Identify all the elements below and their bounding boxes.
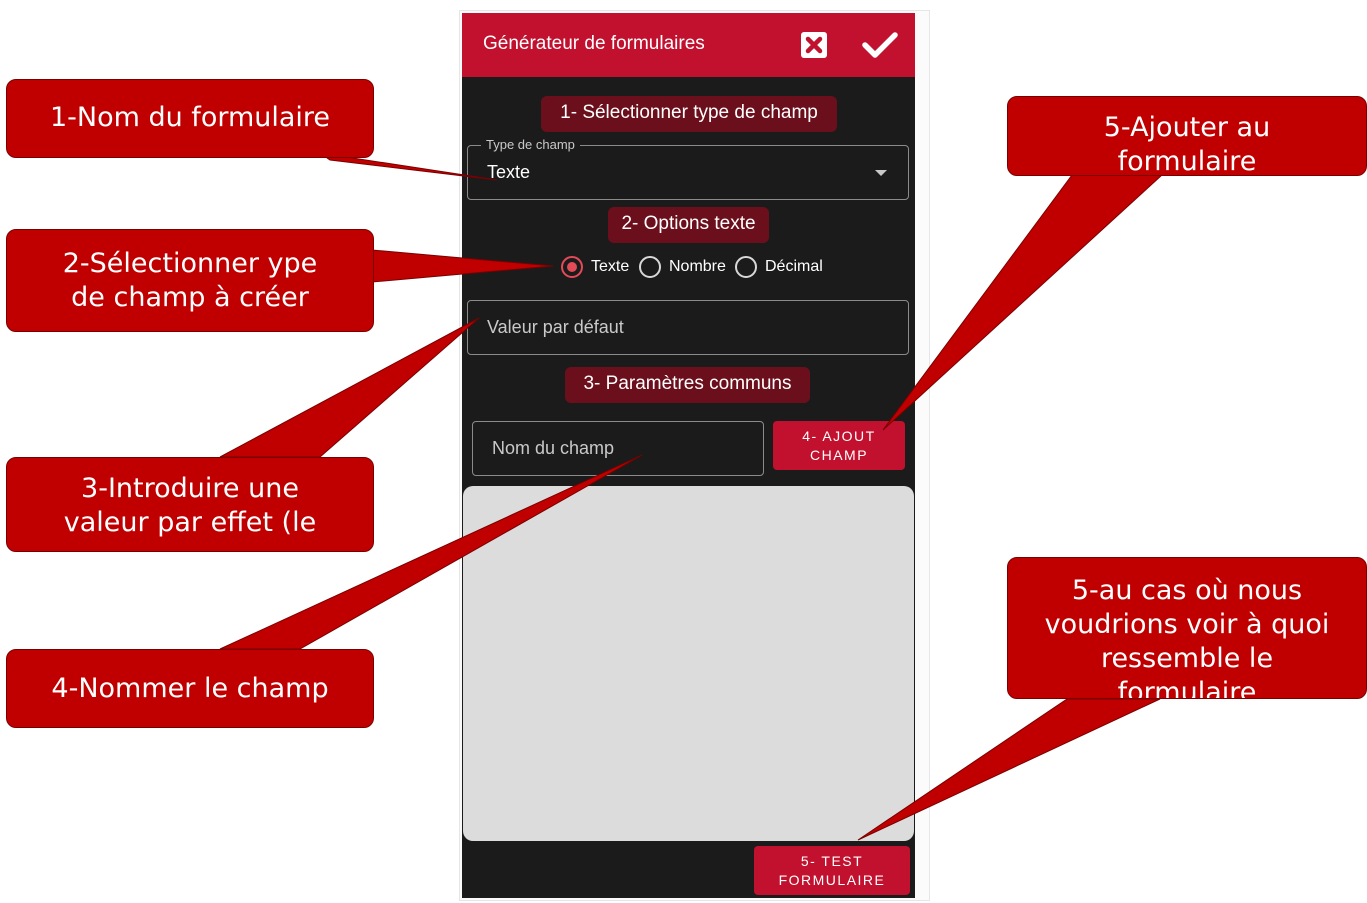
annotation-add-to-form: 5-Ajouter au formulaire: [1007, 96, 1367, 176]
annotation-text: voudrions voir à quoi: [1044, 609, 1330, 640]
annotation-text: 2-Sélectionner ype: [62, 248, 318, 279]
annotation-select-type: 2-Sélectionner ype de champ à créer: [6, 229, 374, 332]
annotation-text: 4-Nommer le champ: [51, 673, 329, 704]
annotation-text: 1-Nom du formulaire: [49, 102, 331, 133]
annotation-text: valeur par effet (le: [63, 507, 317, 538]
pointer-note2: [371, 249, 554, 283]
annotation-text: formulaire: [1117, 677, 1257, 699]
annotation-form-name: 1-Nom du formulaire: [6, 79, 374, 158]
annotation-text: ressemble le: [1100, 643, 1274, 674]
pointer-note5: [882, 174, 1164, 431]
annotation-text: 5-au cas où nous: [1071, 575, 1303, 606]
annotation-text: de champ à créer: [71, 282, 309, 313]
annotation-text: 3-Introduire une: [81, 473, 299, 504]
annotation-field-name: 4-Nommer le champ: [6, 649, 374, 728]
annotation-test-form: 5-au cas où nous voudrions voir à quoi r…: [1007, 557, 1367, 699]
pointer-note6: [857, 698, 1161, 841]
pointer-note3: [219, 317, 480, 458]
annotation-text: 5-Ajouter au: [1103, 112, 1271, 143]
annotation-default-value: 3-Introduire une valeur par effet (le: [6, 457, 374, 552]
annotation-text: formulaire: [1117, 146, 1257, 176]
